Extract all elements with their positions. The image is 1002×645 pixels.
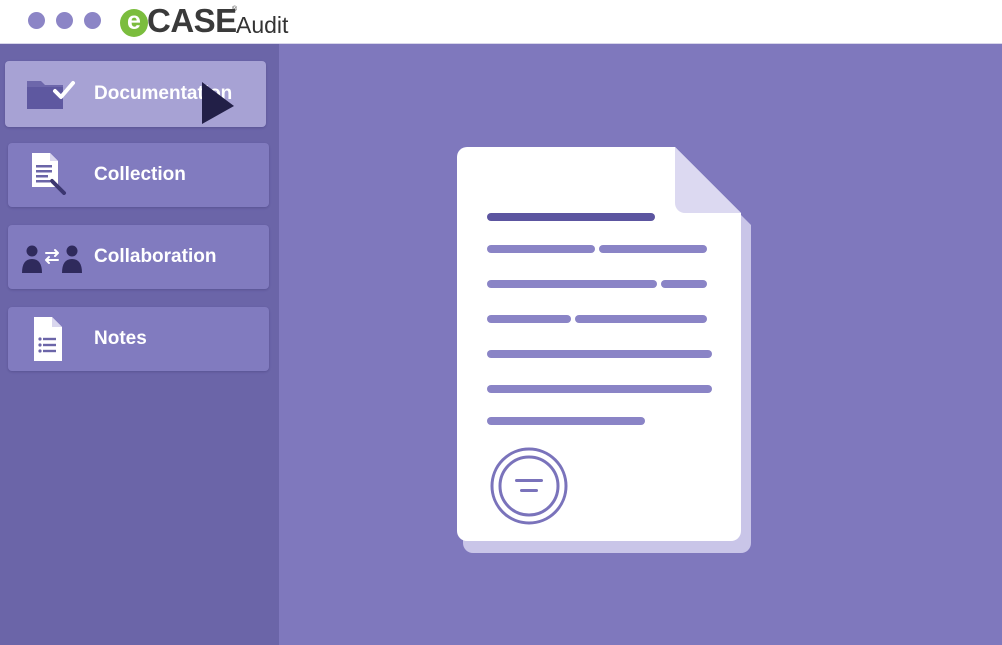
sidebar-item-label: Collaboration <box>94 246 217 267</box>
sidebar-item-label: Notes <box>94 328 147 349</box>
document-collect-icon <box>32 153 66 195</box>
sidebar-item-notes[interactable]: Notes <box>8 307 269 371</box>
sidebar-item-collaboration[interactable]: Collaboration <box>8 225 269 289</box>
notes-list-icon <box>34 317 62 361</box>
logo-case-text: CASE <box>147 2 237 39</box>
logo-e-mark: e <box>120 9 148 37</box>
title-bar: e CASE ® Audit <box>0 0 1002 44</box>
sidebar-item-collection[interactable]: Collection <box>8 143 269 207</box>
folder-check-icon <box>27 81 75 109</box>
logo-product-text: Audit <box>236 12 289 38</box>
document-illustration <box>457 147 751 553</box>
sidebar-item-label: Collection <box>94 164 186 185</box>
window-control-dot[interactable] <box>56 12 73 29</box>
window-control-dot[interactable] <box>84 12 101 29</box>
mouse-pointer-icon <box>202 82 234 124</box>
people-exchange-icon <box>22 245 82 273</box>
window-control-dot[interactable] <box>28 12 45 29</box>
